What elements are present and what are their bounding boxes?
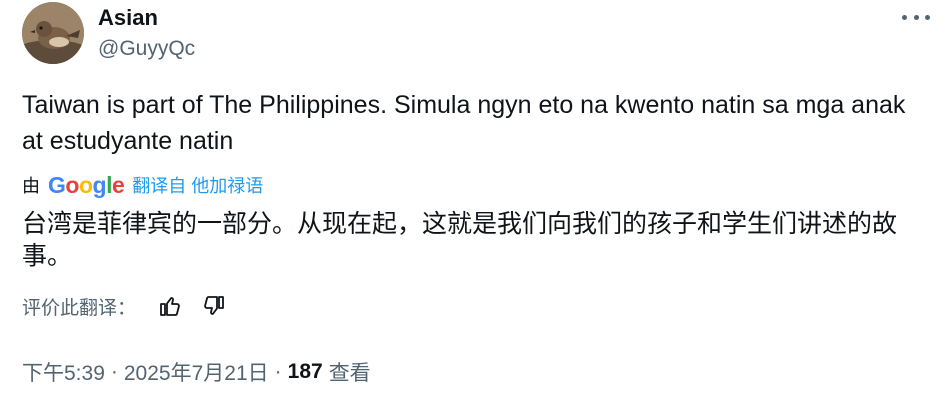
meta-separator: · <box>274 360 282 383</box>
author-handle[interactable]: @GuyyQc <box>98 37 195 61</box>
thumbs-down-icon[interactable] <box>202 294 226 318</box>
author-display-name[interactable]: Asian <box>98 5 158 31</box>
avatar[interactable] <box>22 2 84 64</box>
google-letter: G <box>48 171 66 198</box>
google-letter: o <box>65 171 79 198</box>
more-dot <box>925 14 930 20</box>
translated-text: 台湾是菲律宾的一部分。从现在起，这就是我们向我们的孩子和学生们讲述的故事。 <box>22 210 898 270</box>
views-count: 187 <box>287 360 323 383</box>
tweet-text: Taiwan is part of The Philippines. Simul… <box>22 91 906 155</box>
rate-translation-label: 评价此翻译： <box>22 297 137 319</box>
more-horizontal-icon[interactable] <box>902 10 930 24</box>
bird-photo-avatar <box>22 2 84 64</box>
tweet-meta: 下午5:39 · 2025年7月21日 · 187 查看 <box>22 357 371 387</box>
translation-attribution: 由 Google 翻译自 他加禄语 <box>22 170 263 200</box>
thumbs-up-icon[interactable] <box>158 294 182 318</box>
translated-by-label: 由 <box>22 176 40 196</box>
meta-separator: · <box>110 360 118 383</box>
tweet-time[interactable]: 下午5:39 <box>22 357 105 387</box>
rate-translation-row: 评价此翻译： <box>22 291 246 321</box>
views-label: 查看 <box>328 362 371 385</box>
tweet-date[interactable]: 2025年7月21日 <box>124 357 269 387</box>
google-letter: g <box>92 171 107 198</box>
translated-from-link[interactable]: 翻译自 他加禄语 <box>132 172 263 198</box>
google-letter: e <box>111 171 125 198</box>
more-dot <box>902 14 907 20</box>
google-logo: Google <box>48 171 125 199</box>
google-letter: o <box>78 171 93 198</box>
more-dot <box>913 14 919 20</box>
